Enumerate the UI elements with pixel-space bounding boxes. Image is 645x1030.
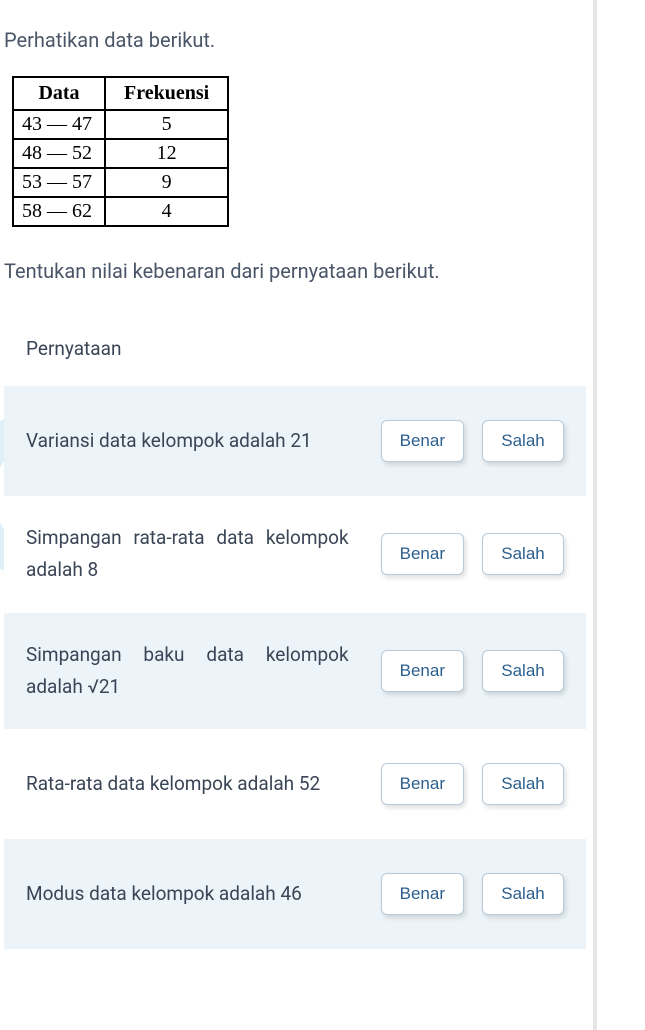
cell-range: 53 — 57 xyxy=(13,168,105,197)
statement-row: Simpangan baku data kelompok adalah √21 … xyxy=(4,613,586,730)
true-button[interactable]: Benar xyxy=(381,650,464,692)
cell-freq: 5 xyxy=(105,110,228,139)
statements-container: Pernyataan Variansi data kelompok adalah… xyxy=(4,311,586,949)
button-group: Benar Salah xyxy=(381,533,564,575)
false-button[interactable]: Salah xyxy=(482,873,564,915)
statement-text: Modus data kelompok adalah 46 xyxy=(26,878,369,910)
statement-row: Rata-rata data kelompok adalah 52 Benar … xyxy=(4,729,586,839)
table-row: 58 — 62 4 xyxy=(13,197,228,226)
vertical-divider xyxy=(593,0,597,1030)
cell-freq: 12 xyxy=(105,139,228,168)
content-area: Perhatikan data berikut. Data Frekuensi … xyxy=(0,0,590,949)
true-button[interactable]: Benar xyxy=(381,420,464,462)
true-button[interactable]: Benar xyxy=(381,873,464,915)
statements-header: Pernyataan xyxy=(4,311,586,386)
true-button[interactable]: Benar xyxy=(381,763,464,805)
intro-text: Perhatikan data berikut. xyxy=(0,0,590,76)
false-button[interactable]: Salah xyxy=(482,650,564,692)
instruction-text: Tentukan nilai kebenaran dari pernyataan… xyxy=(0,255,590,311)
false-button[interactable]: Salah xyxy=(482,420,564,462)
table-header-data: Data xyxy=(13,77,105,110)
table-row: 53 — 57 9 xyxy=(13,168,228,197)
button-group: Benar Salah xyxy=(381,420,564,462)
button-group: Benar Salah xyxy=(381,873,564,915)
statement-text: Variansi data kelompok adalah 21 xyxy=(26,425,369,457)
true-button[interactable]: Benar xyxy=(381,533,464,575)
cell-freq: 9 xyxy=(105,168,228,197)
cell-freq: 4 xyxy=(105,197,228,226)
statement-text: Simpangan rata-rata data kelompok adalah… xyxy=(26,522,369,587)
statement-row: Simpangan rata-rata data kelompok adalah… xyxy=(4,496,586,613)
data-table: Data Frekuensi 43 — 47 5 48 — 52 12 53 —… xyxy=(12,76,229,227)
false-button[interactable]: Salah xyxy=(482,763,564,805)
statement-text: Rata-rata data kelompok adalah 52 xyxy=(26,768,369,800)
cell-range: 43 — 47 xyxy=(13,110,105,139)
cell-range: 58 — 62 xyxy=(13,197,105,226)
table-row: 48 — 52 12 xyxy=(13,139,228,168)
statement-text: Simpangan baku data kelompok adalah √21 xyxy=(26,639,369,704)
false-button[interactable]: Salah xyxy=(482,533,564,575)
statement-row: Modus data kelompok adalah 46 Benar Sala… xyxy=(4,839,586,949)
table-row: 43 — 47 5 xyxy=(13,110,228,139)
table-header-freq: Frekuensi xyxy=(105,77,228,110)
button-group: Benar Salah xyxy=(381,763,564,805)
statement-row: Variansi data kelompok adalah 21 Benar S… xyxy=(4,386,586,496)
cell-range: 48 — 52 xyxy=(13,139,105,168)
button-group: Benar Salah xyxy=(381,650,564,692)
